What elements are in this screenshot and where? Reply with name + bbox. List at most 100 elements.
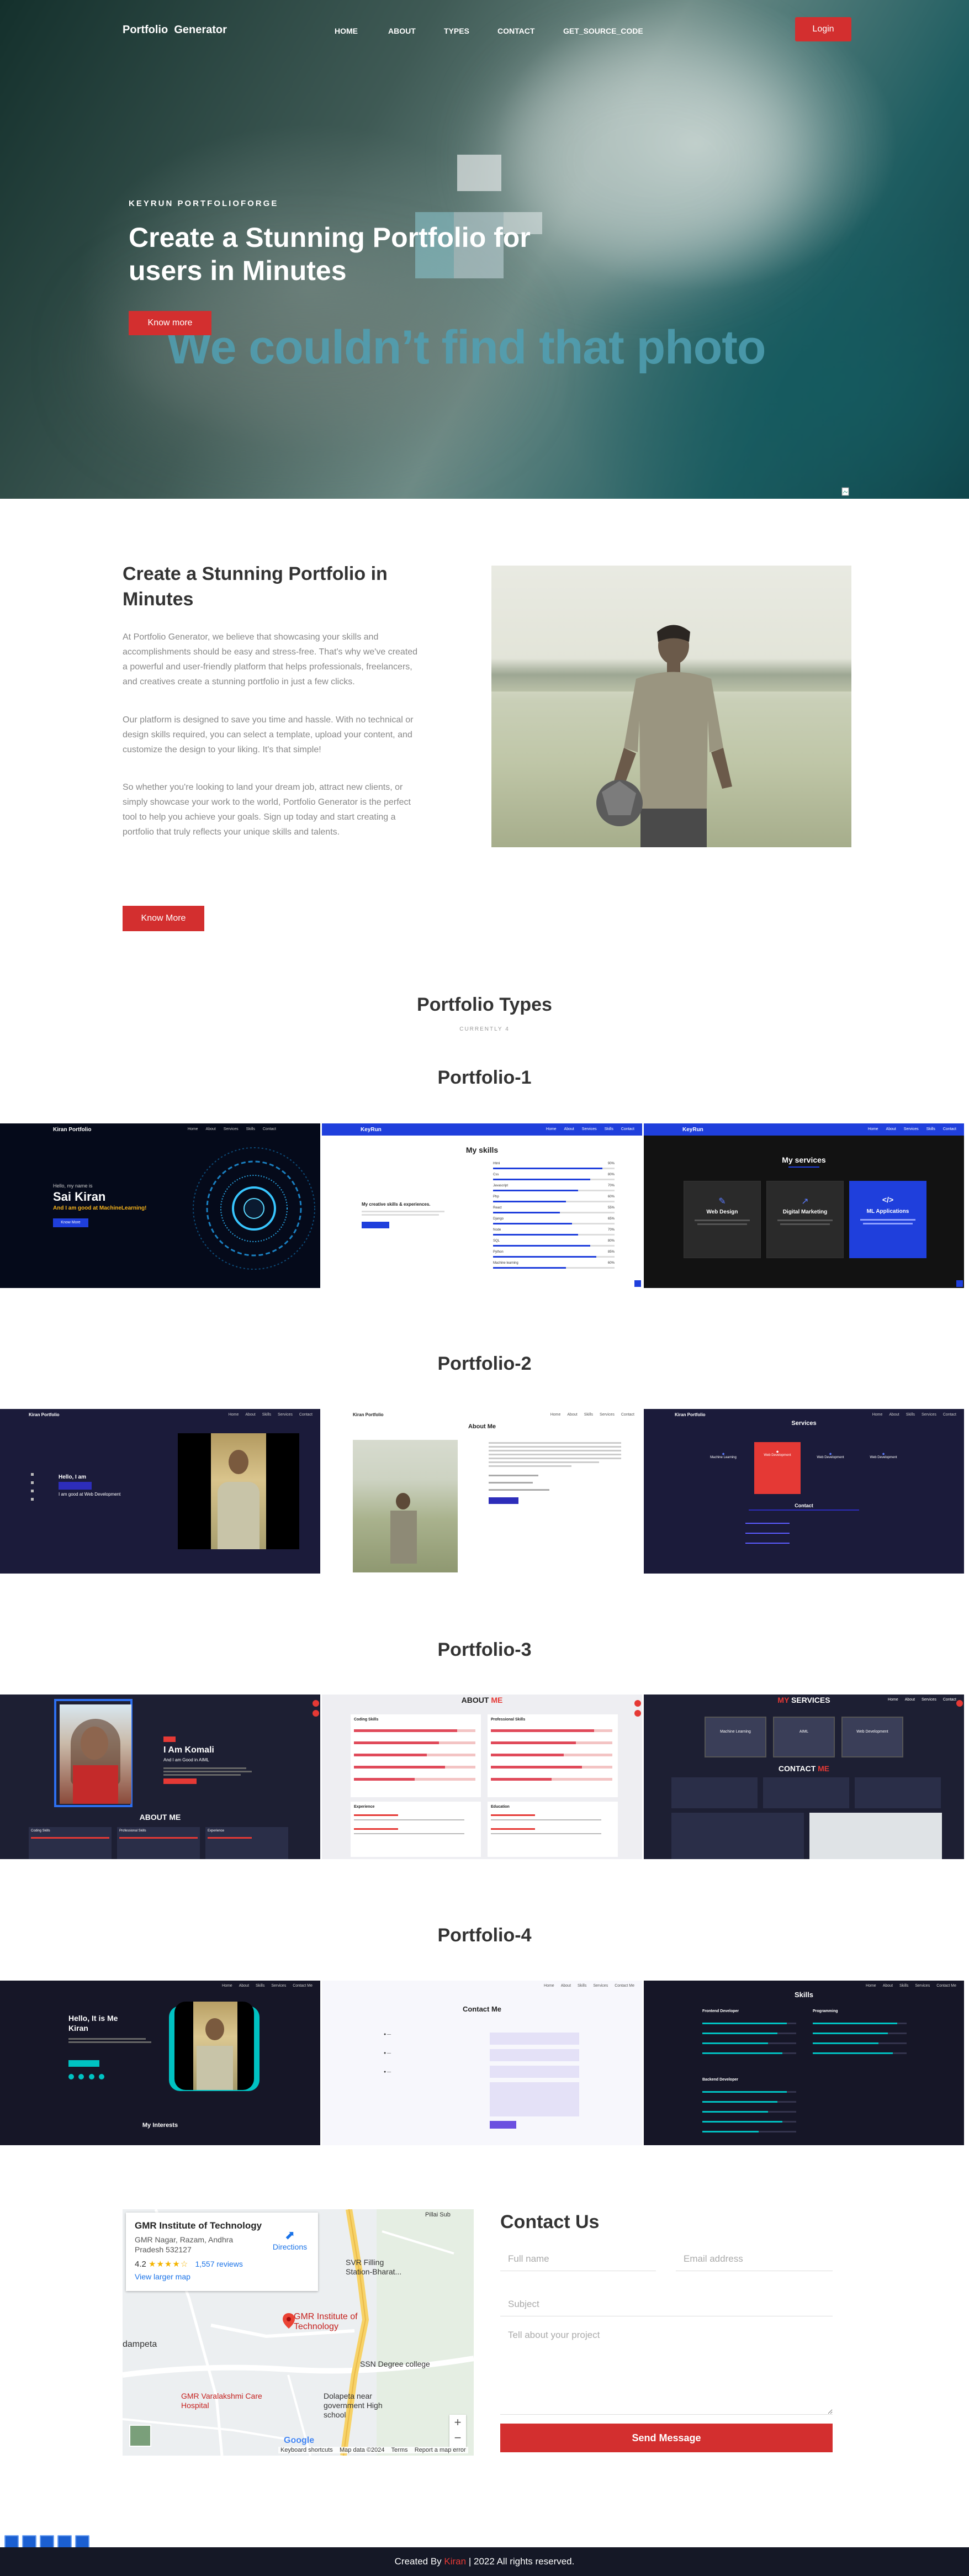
terms-link[interactable]: Terms [391, 2447, 408, 2453]
nav-link-types[interactable]: TYPES [444, 27, 469, 35]
map-zoom-controls[interactable]: + − [449, 2415, 466, 2448]
mini-section-title: ABOUT ME [139, 1813, 181, 1822]
portfolio-4-preview-skills[interactable]: Home About Skills Services Contact Me Skills… [644, 1981, 964, 2145]
mini-skill-bar [354, 1766, 475, 1769]
portfolio-3-preview-services[interactable]: MY SERVICES Home About Services Contact Mac… [644, 1695, 964, 1859]
email-input[interactable] [676, 2247, 833, 2271]
map-reviews-link[interactable]: 1,557 reviews [195, 2260, 242, 2268]
google-map[interactable]: GMR Institute of Technology GMR Nagar, R… [123, 2209, 474, 2456]
mini-brand: Kiran Portfolio [353, 1412, 384, 1417]
portfolio-2-preview-home[interactable]: Kiran Portfolio Home About Skills Services C… [0, 1409, 320, 1574]
mini-service-card-active: ◆ Web Development [754, 1442, 801, 1494]
mini-nav-link: About [886, 1127, 896, 1131]
footer-author[interactable]: Kiran [444, 2556, 466, 2567]
mini-skill-bar [354, 1778, 475, 1781]
mini-skill-label: SQL [493, 1239, 500, 1243]
mini-skill-percent: 60% [607, 1261, 615, 1265]
mini-section-title: About Me [468, 1423, 496, 1430]
footer-rights: 2022 All rights reserved. [473, 2556, 575, 2567]
mini-skill-bar [813, 2052, 907, 2054]
full-name-input[interactable] [500, 2247, 656, 2271]
social-icon[interactable] [75, 2535, 89, 2548]
mini-skill-row: Django 65% [493, 1217, 615, 1227]
mini-skill-row: Html 90% [493, 1162, 615, 1172]
mini-skill-bar [702, 2023, 796, 2024]
hero-know-more-button[interactable]: Know more [129, 311, 211, 335]
mini-social-icons [31, 1473, 34, 1506]
mini-skill-bars: Html 90% Css 80% Javascript 70% Php 60% React 55%… [493, 1162, 615, 1278]
about-paragraph: So whether you're looking to land your d… [123, 783, 411, 837]
directions-button[interactable]: ⬈ Directions [271, 2228, 309, 2251]
mini-skill-bar [702, 2121, 796, 2123]
mini-social-icons [68, 2072, 113, 2079]
mini-skill-row: Node 70% [493, 1228, 615, 1238]
portfolio-2-preview-services[interactable]: Kiran Portfolio Home About Skills Services C… [644, 1409, 964, 1574]
map-pin-label[interactable]: GMR Institute of Technology [294, 2312, 388, 2332]
map-satellite-toggle[interactable] [129, 2425, 151, 2447]
mini-about-text [489, 1442, 621, 1504]
social-icon[interactable] [22, 2535, 36, 2548]
mini-role: And I am Good in AIML [163, 1757, 209, 1762]
social-icon[interactable] [57, 2535, 72, 2548]
message-textarea[interactable] [500, 2326, 833, 2415]
login-button[interactable]: Login [795, 17, 851, 41]
mini-skill-bar [493, 1201, 566, 1202]
mini-skill-row: Python 85% [493, 1250, 615, 1260]
mini-skill-bar [702, 2131, 796, 2132]
mini-skill-percent: 80% [607, 1173, 615, 1176]
mini-service-card-active: </> ML Applications [849, 1181, 926, 1258]
site-logo[interactable]: Portfolio Generator [123, 24, 227, 36]
social-icon[interactable] [40, 2535, 54, 2548]
mini-nav-link: Services [223, 1127, 239, 1131]
zoom-out-icon[interactable]: − [449, 2430, 466, 2446]
footer-created-by: Created By [394, 2556, 442, 2567]
map-town-label: dampeta [123, 2340, 157, 2349]
mini-skill-bar [354, 1754, 475, 1756]
mini-skill-bar [493, 1234, 578, 1236]
directions-icon: ⬈ [284, 2228, 295, 2242]
subject-input[interactable] [500, 2292, 833, 2316]
mini-skill-percent: 85% [607, 1250, 615, 1254]
nav-link-home[interactable]: HOME [335, 27, 358, 35]
portfolio-3-preview-home[interactable]: I Am Komali And I am Good in AIML ABOUT … [0, 1695, 320, 1859]
mini-skill-row: Machine learning 60% [493, 1261, 615, 1271]
view-larger-map-link[interactable]: View larger map [135, 2272, 309, 2281]
portfolio-2-preview-about[interactable]: Kiran Portfolio Home About Skills Services C… [322, 1409, 642, 1574]
mini-skill-bar [493, 1256, 596, 1258]
mini-skill-bar [493, 1223, 572, 1224]
map-pin-label[interactable]: GMR Varalakshmi Care Hospital [181, 2392, 264, 2410]
about-know-more-button[interactable]: Know More [123, 906, 204, 931]
mini-skill-percent: 90% [607, 1162, 615, 1165]
mini-skill-percent: 65% [607, 1217, 615, 1221]
portfolio-1-preview-skills[interactable]: KeyRun Home About Services Skills Contac… [322, 1123, 642, 1288]
mini-skill-card: Professional Skills [488, 1714, 618, 1797]
send-message-button[interactable]: Send Message [500, 2424, 833, 2452]
map-pin-label[interactable]: SVR Filling Station-Bharat... [346, 2258, 412, 2277]
portfolio-4-preview-home[interactable]: Home About Skills Services Contact Me Hello,… [0, 1981, 320, 2145]
mini-nav-link: Services [581, 1127, 597, 1131]
portfolio-4-preview-contact[interactable]: Home About Skills Services Contact Me Contac… [322, 1981, 642, 2145]
portfolio-3-preview-about[interactable]: ABOUT ME Coding Skills Professional Skil… [322, 1695, 642, 1859]
keyboard-shortcuts-link[interactable]: Keyboard shortcuts [280, 2447, 333, 2453]
zoom-in-icon[interactable]: + [449, 2415, 466, 2430]
mini-skill-percent: 80% [607, 1239, 615, 1243]
mini-nav-link: About [564, 1127, 574, 1131]
map-pin-label[interactable]: Dolapeta near government High school [324, 2392, 406, 2420]
portfolio-1-preview-home[interactable]: Kiran Portfolio Home About Services Skil… [0, 1123, 320, 1288]
social-icon[interactable] [4, 2535, 19, 2548]
mini-hello: Hello, It is Me [68, 2014, 118, 2023]
mini-good-at: I am good at Web Development [59, 1492, 121, 1497]
mini-skill-bar [491, 1766, 612, 1769]
mini-skill-row: Css 80% [493, 1173, 615, 1183]
nav-link-contact[interactable]: CONTACT [497, 27, 534, 35]
portfolio-1-preview-services[interactable]: KeyRun Home About Services Skills Contac… [644, 1123, 964, 1288]
mini-brand: KeyRun [361, 1127, 382, 1133]
nav-link-about[interactable]: ABOUT [388, 27, 416, 35]
map-pin-label[interactable]: SSN Degree college [360, 2359, 430, 2368]
mini-name: Kiran [68, 2024, 88, 2033]
report-map-error-link[interactable]: Report a map error [415, 2447, 466, 2453]
mini-skill-bar [813, 2042, 907, 2044]
mini-skill-label: Machine learning [493, 1261, 518, 1265]
mini-button: Know More [53, 1218, 88, 1227]
nav-link-source-code[interactable]: GET_SOURCE_CODE [563, 27, 643, 35]
